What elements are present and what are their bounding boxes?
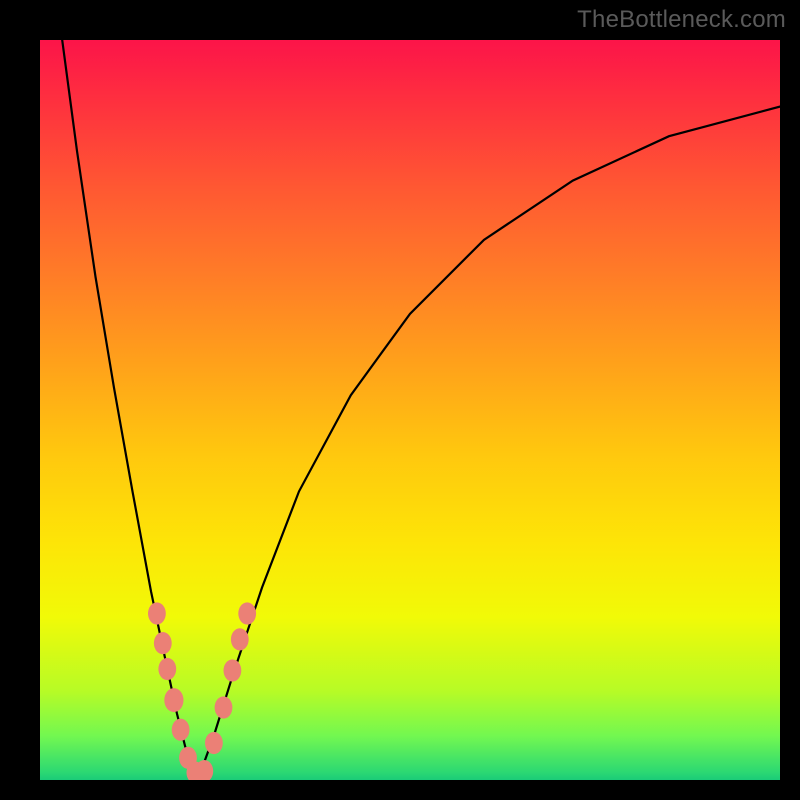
marker-dot xyxy=(172,719,190,741)
marker-dot xyxy=(158,658,176,680)
chart-frame: TheBottleneck.com xyxy=(0,0,800,800)
marker-dot xyxy=(238,602,256,624)
marker-group xyxy=(148,602,256,780)
curve-right xyxy=(199,107,780,777)
marker-dot xyxy=(148,602,166,624)
marker-dot xyxy=(205,732,223,754)
watermark-text: TheBottleneck.com xyxy=(577,6,786,34)
marker-dot xyxy=(231,628,249,650)
curve-layer xyxy=(40,40,780,780)
marker-dot xyxy=(154,632,172,654)
marker-dot xyxy=(164,688,183,712)
marker-dot xyxy=(215,696,233,718)
marker-dot xyxy=(224,659,242,681)
plot-area xyxy=(40,40,780,780)
